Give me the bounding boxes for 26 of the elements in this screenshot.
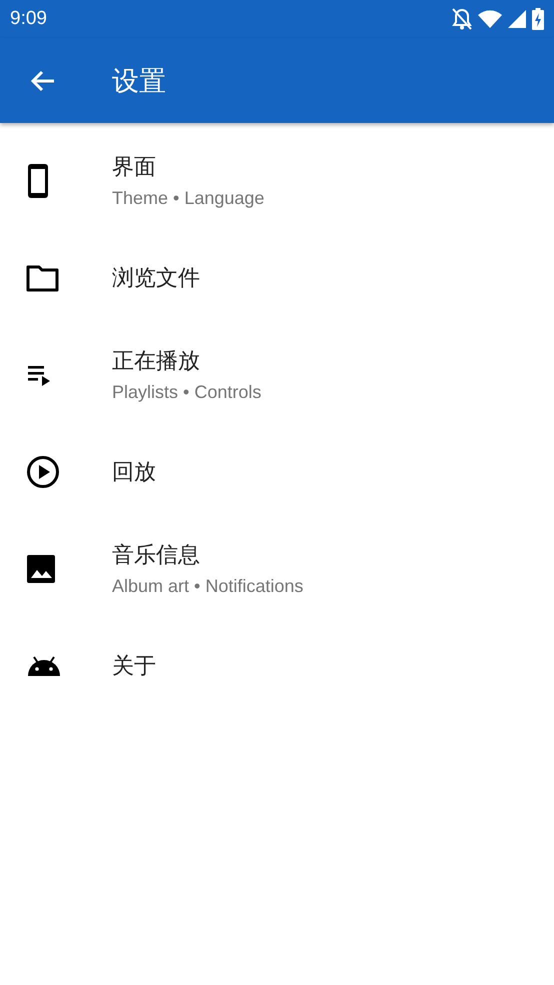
item-subtitle: Playlists • Controls (112, 382, 262, 403)
item-title: 音乐信息 (112, 542, 201, 570)
item-title: 正在播放 (112, 348, 201, 376)
android-icon (26, 654, 62, 676)
app-bar-title: 设置 (112, 64, 166, 98)
item-title: 关于 (112, 652, 156, 680)
settings-item[interactable]: 回放 (0, 423, 554, 520)
item-title: 回放 (112, 458, 156, 486)
settings-item[interactable]: 关于 (0, 617, 554, 714)
signal-icon (508, 10, 526, 28)
settings-item[interactable]: 界面 Theme • Language (0, 132, 554, 229)
item-subtitle: Album art • Notifications (112, 576, 304, 597)
settings-item[interactable]: 浏览文件 (0, 229, 554, 326)
folder-icon (26, 264, 60, 292)
image-icon (26, 554, 56, 584)
item-title: 界面 (112, 154, 157, 182)
wifi-icon (478, 10, 502, 28)
battery-charging-icon (532, 8, 544, 30)
settings-item[interactable]: 音乐信息 Album art • Notifications (0, 520, 554, 617)
phone-icon (26, 162, 50, 198)
item-title: 浏览文件 (112, 264, 200, 292)
play-circle-icon (26, 454, 60, 488)
settings-item[interactable]: 正在播放 Playlists • Controls (0, 326, 554, 423)
item-subtitle: Theme • Language (112, 188, 264, 209)
notifications-off-icon (452, 8, 472, 30)
status-time: 9:09 (10, 8, 47, 30)
